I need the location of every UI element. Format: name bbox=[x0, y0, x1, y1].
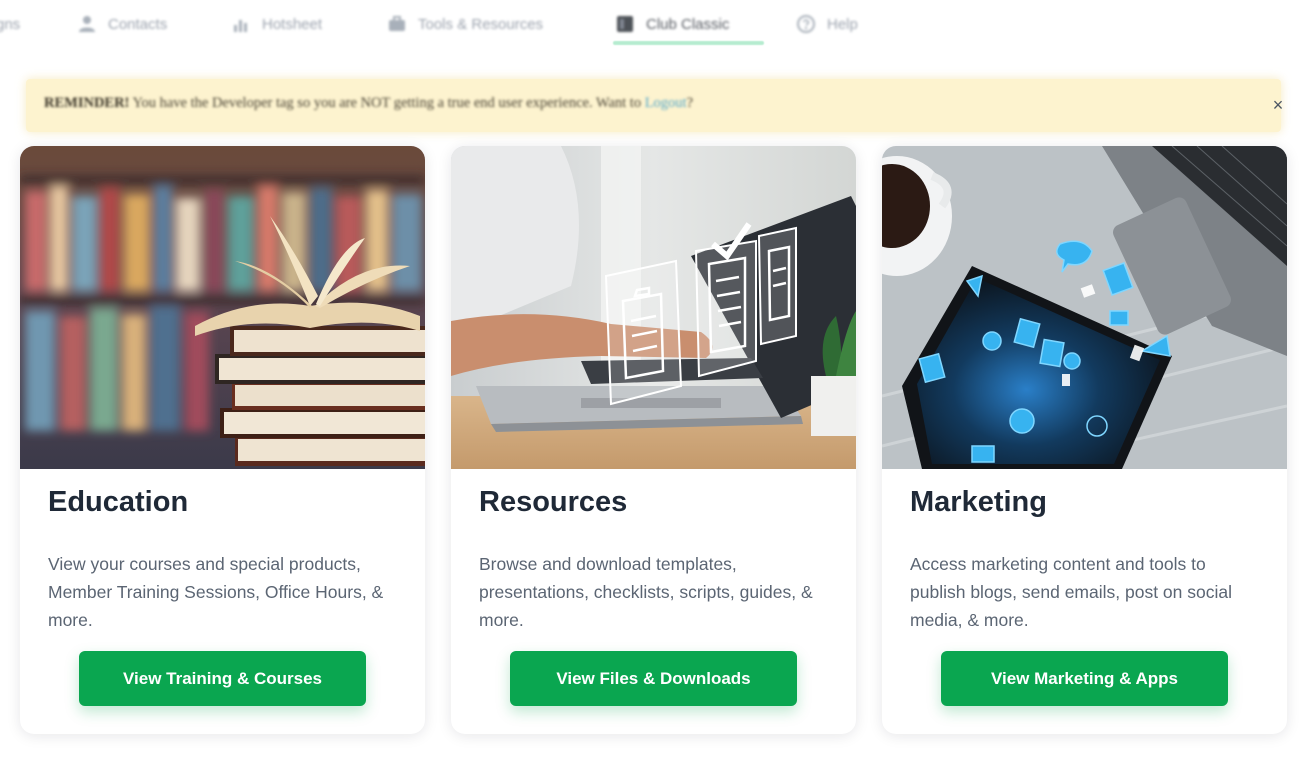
reminder-banner: REMINDER! You have the Developer tag so … bbox=[26, 79, 1283, 132]
active-tab-indicator bbox=[613, 41, 764, 45]
tablet-marketing-image bbox=[882, 146, 1287, 469]
view-marketing-apps-button[interactable]: View Marketing & Apps bbox=[941, 651, 1228, 706]
card-title: Education bbox=[48, 486, 189, 518]
nav-item-hotsheet[interactable]: Hotsheet bbox=[232, 10, 322, 38]
card-description: Access marketing content and tools to pu… bbox=[910, 554, 1232, 630]
resources-card: Resources Browse and download templates,… bbox=[451, 146, 856, 734]
logout-link[interactable]: Logout bbox=[645, 95, 687, 111]
card-description: View your courses and special products, … bbox=[48, 554, 384, 630]
nav-label: Contacts bbox=[108, 15, 168, 33]
reminder-end: ? bbox=[686, 95, 694, 111]
marketing-card: Marketing Access marketing content and t… bbox=[882, 146, 1287, 734]
reminder-text: REMINDER! You have the Developer tag so … bbox=[44, 95, 693, 112]
nav-label: Tools & Resources bbox=[418, 15, 544, 33]
nav-label: Hotsheet bbox=[262, 15, 323, 33]
view-training-courses-button[interactable]: View Training & Courses bbox=[79, 651, 366, 706]
stacked-books-image bbox=[20, 146, 425, 469]
nav-item-club-classic[interactable]: Club Classic bbox=[616, 10, 729, 38]
nav-label: gns bbox=[0, 15, 21, 33]
card-description: Browse and download templates, presentat… bbox=[479, 554, 813, 630]
reminder-bold: REMINDER! bbox=[44, 95, 130, 111]
book-icon bbox=[617, 16, 633, 32]
person-icon bbox=[79, 16, 95, 32]
reminder-message: You have the Developer tag so you are NO… bbox=[129, 95, 645, 111]
nav-item-contacts[interactable]: Contacts bbox=[78, 10, 167, 38]
education-card: Education View your courses and special … bbox=[20, 146, 425, 734]
chart-icon bbox=[234, 20, 247, 32]
nav-item-help[interactable]: Help bbox=[797, 10, 858, 38]
nav-label: Help bbox=[827, 15, 858, 33]
close-icon[interactable]: × bbox=[1266, 93, 1290, 117]
card-title: Resources bbox=[479, 486, 628, 518]
briefcase-icon bbox=[389, 16, 405, 31]
nav-label: Club Classic bbox=[646, 15, 730, 33]
card-title: Marketing bbox=[910, 486, 1047, 518]
top-nav: gns Contacts Hotsheet Tools & Resources … bbox=[0, 0, 1307, 50]
laptop-documents-image bbox=[451, 146, 856, 469]
nav-item-partial[interactable]: gns bbox=[0, 10, 20, 38]
help-icon bbox=[797, 15, 815, 33]
nav-item-tools-resources[interactable]: Tools & Resources bbox=[388, 10, 543, 38]
view-files-downloads-button[interactable]: View Files & Downloads bbox=[510, 651, 797, 706]
